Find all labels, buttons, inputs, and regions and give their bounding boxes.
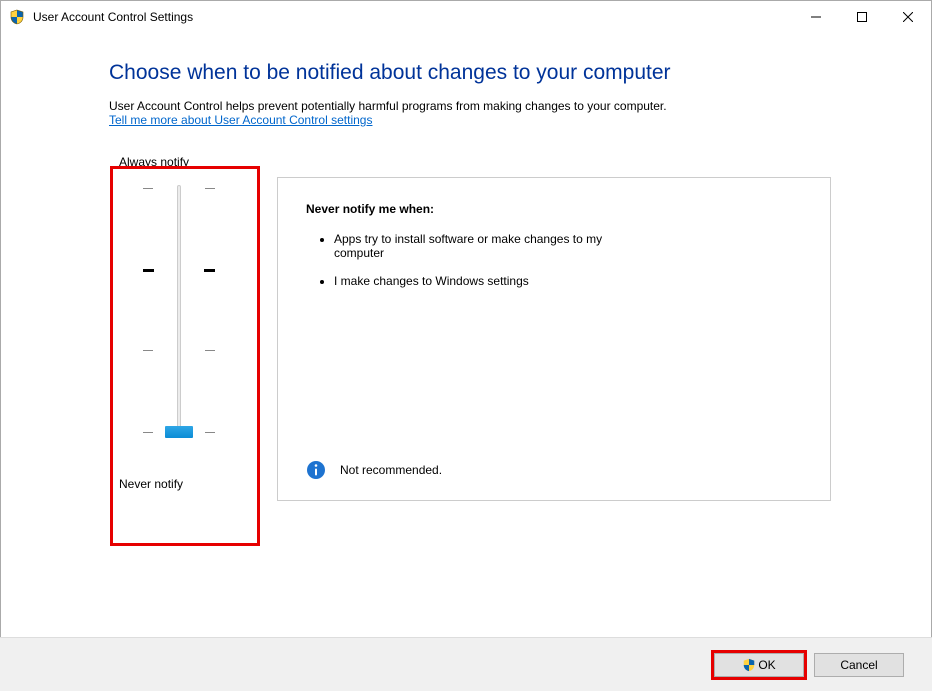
- help-link[interactable]: Tell me more about User Account Control …: [109, 113, 372, 127]
- cancel-button[interactable]: Cancel: [814, 653, 904, 677]
- uac-slider[interactable]: [109, 183, 249, 463]
- shield-icon: [9, 9, 25, 25]
- slider-thumb[interactable]: [165, 426, 193, 438]
- notify-heading: Never notify me when:: [306, 202, 802, 216]
- footer-bar: OK Cancel: [0, 637, 932, 691]
- page-heading: Choose when to be notified about changes…: [109, 61, 831, 85]
- minimize-button[interactable]: [793, 1, 839, 33]
- recommendation-text: Not recommended.: [340, 463, 442, 477]
- cancel-button-label: Cancel: [840, 658, 877, 672]
- close-button[interactable]: [885, 1, 931, 33]
- ok-button[interactable]: OK: [714, 653, 804, 677]
- maximize-button[interactable]: [839, 1, 885, 33]
- shield-icon: [742, 658, 756, 672]
- slider-top-label: Always notify: [109, 155, 249, 169]
- notify-bullet-item: I make changes to Windows settings: [334, 274, 634, 288]
- info-icon: [306, 460, 326, 480]
- description-text: User Account Control helps prevent poten…: [109, 99, 831, 113]
- ok-button-label: OK: [758, 658, 775, 672]
- window-title: User Account Control Settings: [33, 10, 793, 24]
- notification-description-box: Never notify me when: Apps try to instal…: [277, 177, 831, 501]
- titlebar: User Account Control Settings: [1, 1, 931, 33]
- content-area: Choose when to be notified about changes…: [1, 33, 931, 513]
- slider-panel: Always notify Never notify: [109, 145, 249, 501]
- slider-bottom-label: Never notify: [109, 477, 249, 491]
- notify-bullets: Apps try to install software or make cha…: [306, 232, 802, 302]
- window-buttons: [793, 1, 931, 33]
- notify-bullet-item: Apps try to install software or make cha…: [334, 232, 634, 260]
